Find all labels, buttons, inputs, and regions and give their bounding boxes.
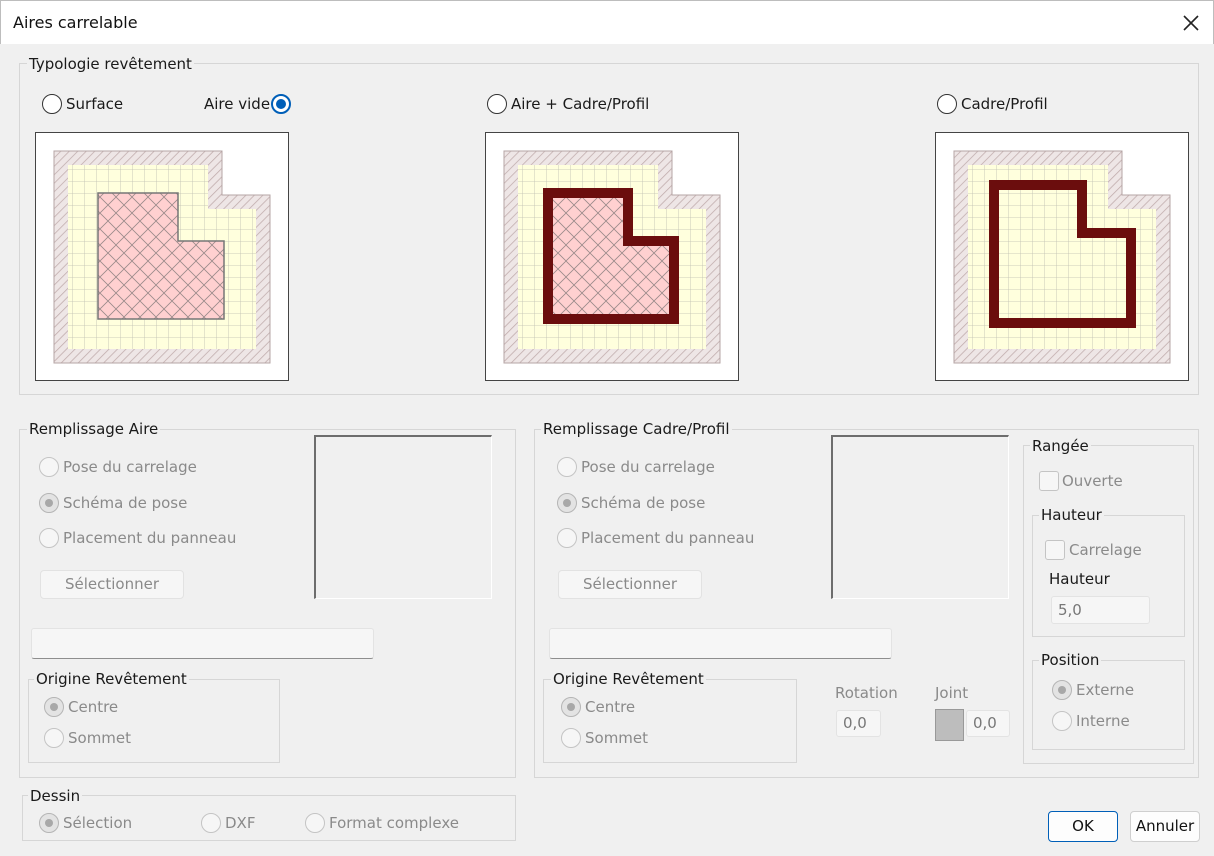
label-aire-vide: Aire vide xyxy=(204,95,271,113)
hauteur-label: Hauteur xyxy=(1049,570,1110,588)
cadre-select-button[interactable]: Sélectionner xyxy=(558,570,702,599)
cadre-origine-legend: Origine Revêtement xyxy=(551,670,706,688)
label-surface: Surface xyxy=(66,95,124,113)
label-aire-cadre: Aire + Cadre/Profil xyxy=(511,95,650,113)
close-icon[interactable] xyxy=(1177,9,1205,37)
radio-cadre-placement[interactable] xyxy=(557,528,577,548)
radio-cadre-sommet[interactable] xyxy=(561,728,581,748)
preview-aire-vide-drawing xyxy=(53,150,271,364)
aire-preview-box xyxy=(314,435,492,599)
label-cadre-schema: Schéma de pose xyxy=(581,494,706,512)
joint-label: Joint xyxy=(935,684,969,702)
label-format-complexe: Format complexe xyxy=(329,814,459,832)
typologie-legend: Typologie revêtement xyxy=(27,55,194,73)
ok-button[interactable]: OK xyxy=(1048,811,1118,842)
joint-color-swatch[interactable] xyxy=(935,709,964,741)
radio-cadre-profil[interactable] xyxy=(937,94,957,114)
hauteur-input[interactable]: 5,0 xyxy=(1051,596,1150,624)
cadre-preview-box xyxy=(831,435,1009,599)
label-aire-pose: Pose du carrelage xyxy=(63,458,197,476)
radio-dxf[interactable] xyxy=(201,813,221,833)
radio-aire-sommet[interactable] xyxy=(44,728,64,748)
remplissage-aire-legend: Remplissage Aire xyxy=(27,420,161,438)
label-cadre-profil: Cadre/Profil xyxy=(961,95,1048,113)
radio-format-complexe[interactable] xyxy=(305,813,325,833)
radio-aire-pose[interactable] xyxy=(39,457,59,477)
ouverte-label: Ouverte xyxy=(1062,472,1123,490)
radio-selection[interactable] xyxy=(39,813,59,833)
preview-cadre-profil xyxy=(935,132,1189,381)
radio-aire-placement[interactable] xyxy=(39,528,59,548)
position-legend: Position xyxy=(1039,651,1102,669)
label-externe: Externe xyxy=(1076,681,1135,699)
cancel-button[interactable]: Annuler xyxy=(1130,811,1200,842)
label-aire-schema: Schéma de pose xyxy=(63,494,188,512)
label-aire-sommet: Sommet xyxy=(68,729,132,747)
label-cadre-placement: Placement du panneau xyxy=(581,529,755,547)
cadre-origine-group xyxy=(543,679,797,763)
preview-aire-vide xyxy=(35,132,289,381)
aire-origine-group xyxy=(28,679,280,763)
aire-origine-legend: Origine Revêtement xyxy=(34,670,189,688)
radio-aire-centre[interactable] xyxy=(44,697,64,717)
position-group xyxy=(1032,660,1185,750)
radio-cadre-pose[interactable] xyxy=(557,457,577,477)
window-title: Aires carrelable xyxy=(13,13,138,32)
ouverte-checkbox[interactable] xyxy=(1039,471,1059,491)
joint-input[interactable]: 0,0 xyxy=(966,710,1010,737)
label-aire-centre: Centre xyxy=(68,698,119,716)
radio-cadre-schema[interactable] xyxy=(557,493,577,513)
label-dxf: DXF xyxy=(225,814,256,832)
label-selection: Sélection xyxy=(63,814,133,832)
aire-pattern-field[interactable] xyxy=(31,628,374,659)
rotation-input[interactable]: 0,0 xyxy=(836,710,881,737)
preview-aire-cadre xyxy=(485,132,739,381)
preview-aire-cadre-drawing xyxy=(503,150,721,364)
label-cadre-sommet: Sommet xyxy=(585,729,649,747)
rotation-label: Rotation xyxy=(835,684,898,702)
carrelage-checkbox[interactable] xyxy=(1045,540,1065,560)
dessin-legend: Dessin xyxy=(28,787,83,805)
cadre-pattern-field[interactable] xyxy=(549,628,892,659)
remplissage-cadre-legend: Remplissage Cadre/Profil xyxy=(541,420,732,438)
label-aire-placement: Placement du panneau xyxy=(63,529,237,547)
radio-aire-cadre[interactable] xyxy=(487,94,507,114)
aire-select-button[interactable]: Sélectionner xyxy=(40,570,184,599)
radio-externe[interactable] xyxy=(1052,680,1072,700)
radio-aire-vide[interactable] xyxy=(271,94,291,114)
radio-aire-schema[interactable] xyxy=(39,493,59,513)
carrelage-label: Carrelage xyxy=(1069,541,1142,559)
hauteur-legend: Hauteur xyxy=(1039,506,1104,524)
rangee-legend: Rangée xyxy=(1030,437,1091,455)
radio-surface[interactable] xyxy=(42,94,62,114)
title-bar: Aires carrelable xyxy=(0,0,1214,44)
radio-interne[interactable] xyxy=(1052,711,1072,731)
label-cadre-centre: Centre xyxy=(585,698,636,716)
label-interne: Interne xyxy=(1076,712,1130,730)
radio-cadre-centre[interactable] xyxy=(561,697,581,717)
preview-cadre-profil-drawing xyxy=(953,150,1171,364)
label-cadre-pose: Pose du carrelage xyxy=(581,458,715,476)
